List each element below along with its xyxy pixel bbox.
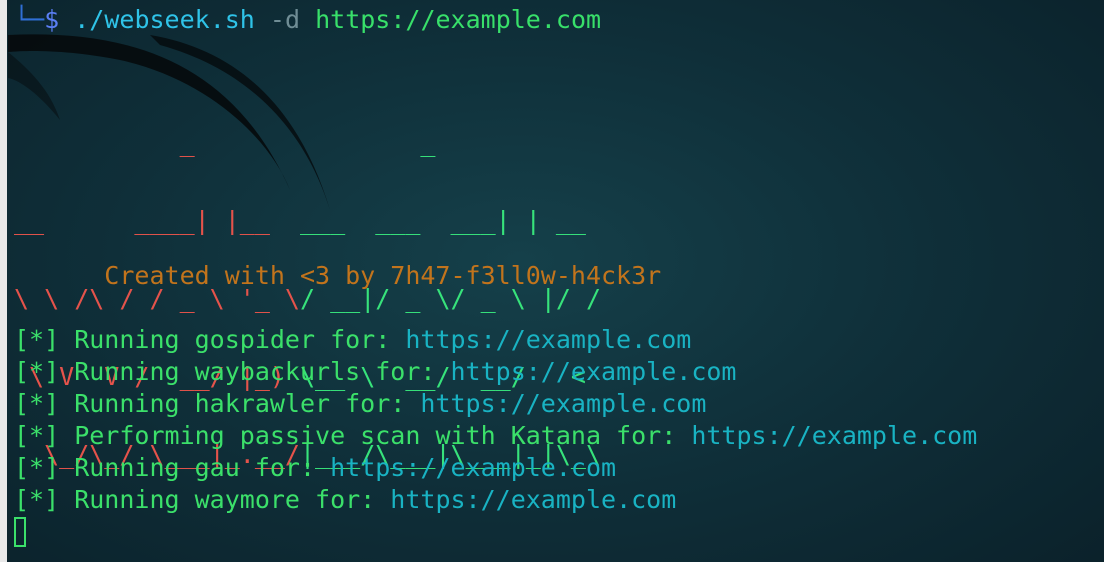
output-line: [*] Performing passive scan with Katana …	[14, 420, 977, 452]
terminal-cursor[interactable]	[14, 517, 26, 547]
output-text: Running gospider for:	[59, 325, 406, 354]
output-url: https://example.com	[691, 421, 978, 450]
banner-row-green: _	[209, 128, 451, 157]
banner-row-red: __ ____| |__	[14, 206, 300, 235]
output-text: Running gau for:	[59, 453, 331, 482]
output-text: Running waybackurls for:	[59, 357, 451, 386]
banner-row: _ _	[14, 130, 601, 156]
command-url: https://example.com	[315, 5, 602, 34]
prompt-frame: └─	[14, 5, 45, 34]
status-marker: [*]	[14, 389, 60, 418]
output-line: [*] Running hakrawler for: https://examp…	[14, 388, 706, 420]
banner-row-green: ___ ___ ___| | __	[299, 206, 586, 235]
banner-credit: Created with <3 by 7h47-f3ll0w-h4ck3r	[14, 261, 662, 290]
command-line: └─$ ./webseek.sh -d https://example.com	[14, 4, 601, 36]
output-url: https://example.com	[390, 485, 677, 514]
prompt-symbol: $	[44, 5, 60, 34]
status-marker: [*]	[14, 421, 60, 450]
status-marker: [*]	[14, 485, 60, 514]
banner-row-red: _	[14, 128, 210, 157]
output-text: Performing passive scan with Katana for:	[59, 421, 692, 450]
output-url: https://example.com	[330, 453, 617, 482]
status-marker: [*]	[14, 453, 60, 482]
output-line: [*] Running waybackurls for: https://exa…	[14, 356, 736, 388]
output-text: Running waymore for:	[59, 485, 391, 514]
banner-row: __ ____| |__ ___ ___ ___| | __	[14, 208, 601, 234]
status-marker: [*]	[14, 357, 60, 386]
output-text: Running hakrawler for:	[59, 389, 421, 418]
command-script: ./webseek.sh	[74, 5, 255, 34]
output-url: https://example.com	[405, 325, 692, 354]
output-line: [*] Running waymore for: https://example…	[14, 484, 676, 516]
output-line: [*] Running gau for: https://example.com	[14, 452, 616, 484]
command-flag: -d	[269, 5, 301, 34]
output-line: [*] Running gospider for: https://exampl…	[14, 324, 691, 356]
status-marker: [*]	[14, 325, 60, 354]
output-url: https://example.com	[450, 357, 737, 386]
output-url: https://example.com	[420, 389, 707, 418]
